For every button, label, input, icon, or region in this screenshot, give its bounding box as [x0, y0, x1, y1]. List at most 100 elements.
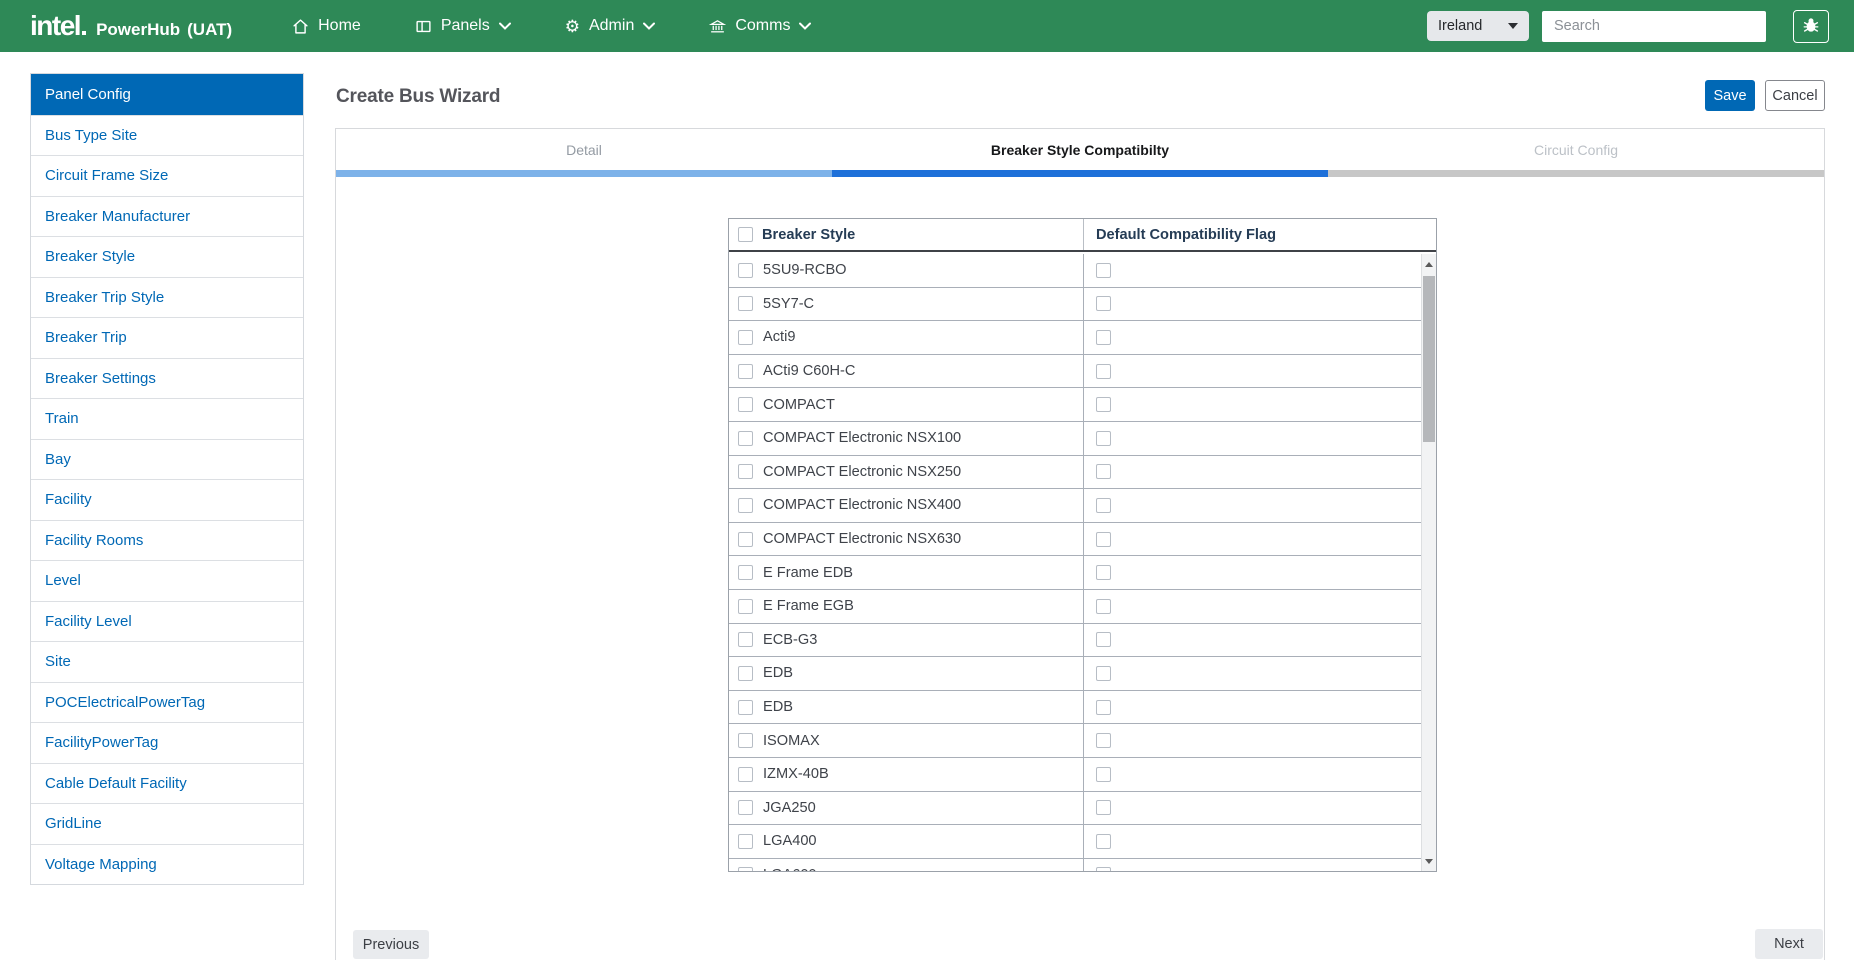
scrollbar-thumb[interactable]: [1423, 276, 1435, 442]
row-checkbox[interactable]: [738, 397, 753, 412]
sidebar-item[interactable]: Breaker Trip: [31, 317, 303, 358]
region-select[interactable]: Ireland: [1427, 11, 1529, 41]
sidebar-item-panel-config[interactable]: Panel Config: [31, 74, 303, 115]
breaker-style-label: E Frame EDB: [763, 565, 853, 581]
row-checkbox[interactable]: [738, 733, 753, 748]
row-checkbox[interactable]: [738, 431, 753, 446]
row-checkbox[interactable]: [738, 666, 753, 681]
table-body: 5SU9-RCBO 5SY7-C Acti9 ACti9 C60H-C: [729, 254, 1436, 871]
row-checkbox[interactable]: [738, 532, 753, 547]
chevron-down-icon: [799, 22, 811, 30]
row-checkbox[interactable]: [738, 296, 753, 311]
select-all-checkbox[interactable]: [738, 227, 753, 242]
sidebar-item[interactable]: Facility Level: [31, 601, 303, 642]
brand: intel PowerHub (UAT): [30, 12, 232, 40]
sidebar-item[interactable]: Site: [31, 641, 303, 682]
flag-checkbox[interactable]: [1096, 296, 1111, 311]
flag-checkbox[interactable]: [1096, 632, 1111, 647]
row-checkbox[interactable]: [738, 700, 753, 715]
table-scrollbar[interactable]: [1421, 254, 1436, 871]
nav-admin[interactable]: ⚙ Admin: [565, 17, 656, 35]
step-breaker-style-compatibility[interactable]: Breaker Style Compatibilty: [832, 142, 1328, 158]
sidebar-item[interactable]: Cable Default Facility: [31, 763, 303, 804]
environment-label: (UAT): [187, 20, 232, 40]
breaker-style-label: EDB: [763, 699, 793, 715]
nav-panels[interactable]: Panels: [415, 17, 511, 35]
default-compatibility-flag-cell: [1083, 691, 1436, 724]
row-checkbox[interactable]: [738, 800, 753, 815]
sidebar-item[interactable]: Voltage Mapping: [31, 844, 303, 885]
flag-checkbox[interactable]: [1096, 431, 1111, 446]
flag-checkbox[interactable]: [1096, 263, 1111, 278]
breaker-style-label: LGA600: [763, 867, 817, 871]
flag-checkbox[interactable]: [1096, 532, 1111, 547]
sidebar-item[interactable]: Level: [31, 560, 303, 601]
sidebar-item[interactable]: POCElectricalPowerTag: [31, 682, 303, 723]
row-checkbox[interactable]: [738, 464, 753, 479]
step-detail[interactable]: Detail: [336, 142, 832, 158]
row-checkbox[interactable]: [738, 834, 753, 849]
row-checkbox[interactable]: [738, 498, 753, 513]
flag-checkbox[interactable]: [1096, 767, 1111, 782]
sidebar-item[interactable]: Circuit Frame Size: [31, 155, 303, 196]
row-checkbox[interactable]: [738, 263, 753, 278]
breaker-style-label: COMPACT Electronic NSX100: [763, 430, 961, 446]
sidebar-item[interactable]: Breaker Settings: [31, 358, 303, 399]
debug-button[interactable]: [1793, 10, 1829, 43]
breaker-style-cell: LGA400: [729, 825, 1083, 858]
nav-comms[interactable]: Comms: [709, 17, 811, 35]
next-button[interactable]: Next: [1755, 929, 1823, 959]
sidebar-item-label: Bay: [45, 451, 71, 468]
home-icon: [292, 18, 309, 35]
sidebar-item[interactable]: Breaker Trip Style: [31, 277, 303, 318]
sidebar-item[interactable]: Bus Type Site: [31, 115, 303, 156]
table-row: IZMX-40B: [729, 758, 1436, 792]
row-checkbox[interactable]: [738, 565, 753, 580]
previous-button[interactable]: Previous: [353, 930, 429, 959]
cancel-button[interactable]: Cancel: [1765, 80, 1825, 111]
sidebar-item[interactable]: Breaker Manufacturer: [31, 196, 303, 237]
sidebar-item[interactable]: GridLine: [31, 803, 303, 844]
sidebar-item[interactable]: FacilityPowerTag: [31, 722, 303, 763]
row-checkbox[interactable]: [738, 330, 753, 345]
flag-checkbox[interactable]: [1096, 599, 1111, 614]
flag-checkbox[interactable]: [1096, 364, 1111, 379]
sidebar-item-label: Cable Default Facility: [45, 775, 187, 792]
row-checkbox[interactable]: [738, 364, 753, 379]
flag-checkbox[interactable]: [1096, 397, 1111, 412]
search-input[interactable]: [1542, 11, 1766, 42]
flag-checkbox[interactable]: [1096, 464, 1111, 479]
flag-checkbox[interactable]: [1096, 700, 1111, 715]
flag-checkbox[interactable]: [1096, 330, 1111, 345]
nav-admin-label: Admin: [589, 17, 634, 35]
row-checkbox[interactable]: [738, 632, 753, 647]
flag-checkbox[interactable]: [1096, 565, 1111, 580]
flag-checkbox[interactable]: [1096, 666, 1111, 681]
sidebar-item[interactable]: Facility Rooms: [31, 520, 303, 561]
save-button[interactable]: Save: [1705, 80, 1755, 111]
scroll-up-button[interactable]: [1422, 256, 1436, 272]
default-compatibility-flag-cell: [1083, 859, 1436, 871]
default-compatibility-flag-cell: [1083, 724, 1436, 757]
nav-home[interactable]: Home: [292, 17, 361, 35]
flag-checkbox[interactable]: [1096, 733, 1111, 748]
step-circuit-config[interactable]: Circuit Config: [1328, 142, 1824, 158]
flag-checkbox[interactable]: [1096, 834, 1111, 849]
breaker-style-label: Acti9: [763, 329, 795, 345]
sidebar-item[interactable]: Breaker Style: [31, 236, 303, 277]
row-checkbox[interactable]: [738, 867, 753, 871]
default-compatibility-flag-cell: [1083, 288, 1436, 321]
sidebar-item[interactable]: Train: [31, 398, 303, 439]
row-checkbox[interactable]: [738, 767, 753, 782]
flag-checkbox[interactable]: [1096, 867, 1111, 871]
flag-checkbox[interactable]: [1096, 800, 1111, 815]
flag-checkbox[interactable]: [1096, 498, 1111, 513]
sidebar-item[interactable]: Bay: [31, 439, 303, 480]
row-checkbox[interactable]: [738, 599, 753, 614]
default-compatibility-flag-cell: [1083, 624, 1436, 657]
scroll-down-button[interactable]: [1422, 853, 1436, 869]
default-compatibility-flag-cell: [1083, 825, 1436, 858]
table-row: JGA250: [729, 792, 1436, 826]
scroll-up-icon: [1425, 262, 1433, 267]
sidebar-item[interactable]: Facility: [31, 479, 303, 520]
